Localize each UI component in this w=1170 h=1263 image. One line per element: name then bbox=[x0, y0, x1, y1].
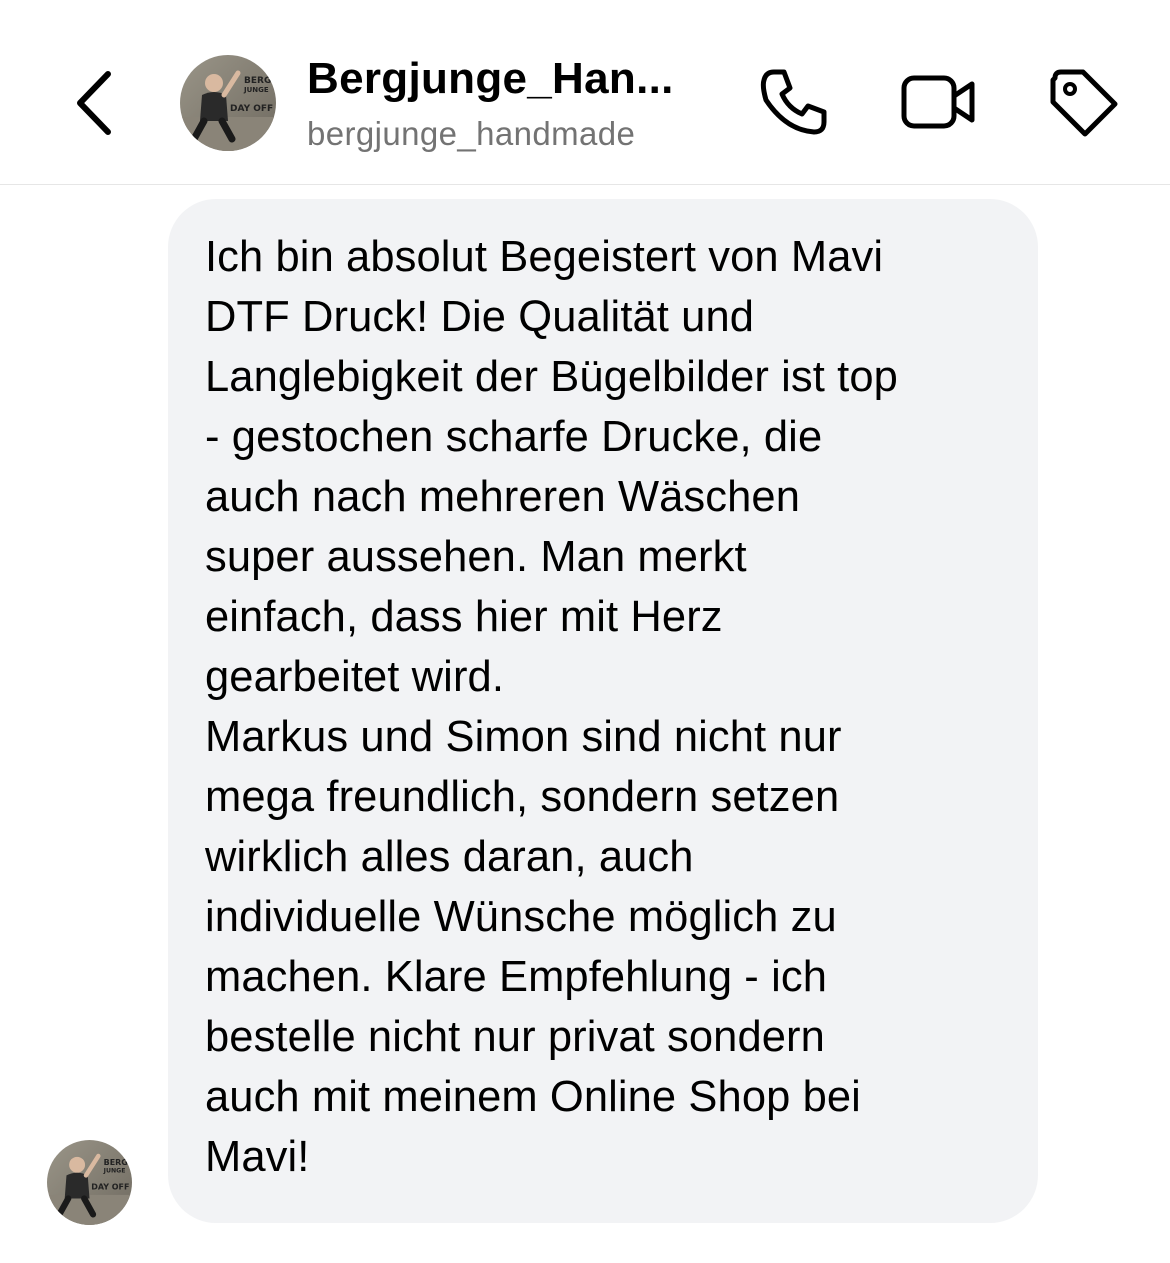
contact-info[interactable]: Bergjunge_Han... bergjunge_handmade bbox=[307, 52, 727, 154]
tag-button[interactable] bbox=[1045, 64, 1121, 140]
message-paragraph-2: Markus und Simon sind nicht nur mega fre… bbox=[205, 713, 861, 1181]
svg-text:DAY OFF: DAY OFF bbox=[91, 1183, 129, 1192]
tag-icon bbox=[1050, 69, 1118, 137]
svg-text:DAY OFF: DAY OFF bbox=[230, 104, 273, 114]
contact-username: bergjunge_handmade bbox=[307, 115, 636, 152]
call-button[interactable] bbox=[756, 64, 832, 140]
message-paragraph-1: Ich bin absolut Begeistert von Mavi DTF … bbox=[205, 233, 898, 701]
contact-avatar[interactable]: BERG JUNGE DAY OFF bbox=[180, 55, 276, 151]
message-bubble[interactable]: Ich bin absolut Begeistert von Mavi DTF … bbox=[168, 199, 1038, 1223]
back-button[interactable] bbox=[62, 62, 132, 142]
video-camera-icon bbox=[901, 75, 975, 129]
sender-avatar[interactable]: BERG JUNGE DAY OFF bbox=[47, 1140, 132, 1225]
video-call-button[interactable] bbox=[898, 64, 975, 140]
svg-text:JUNGE: JUNGE bbox=[243, 86, 269, 94]
chevron-left-icon bbox=[77, 71, 111, 135]
phone-icon bbox=[760, 69, 827, 135]
svg-text:BERG: BERG bbox=[104, 1158, 128, 1167]
avatar-logo-text: BERG bbox=[244, 76, 271, 86]
svg-text:JUNGE: JUNGE bbox=[103, 1168, 126, 1175]
chat-header: BERG JUNGE DAY OFF Bergjunge_Han... berg… bbox=[0, 0, 1170, 185]
contact-name: Bergjunge_Han... bbox=[307, 54, 674, 103]
